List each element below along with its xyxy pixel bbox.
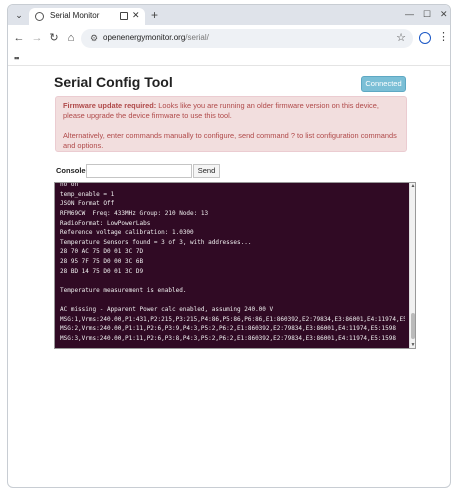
globe-icon xyxy=(35,12,44,21)
terminal-line: no on xyxy=(60,182,79,188)
tab-search-icon[interactable]: ⌄ xyxy=(13,9,25,21)
media-icon[interactable] xyxy=(120,12,128,20)
send-button[interactable]: Send xyxy=(193,164,220,178)
page-title: Serial Config Tool xyxy=(54,74,173,90)
terminal-line: 28 70 AC 75 D0 01 3C 7D xyxy=(60,248,144,256)
close-tab-icon[interactable]: ✕ xyxy=(132,10,140,21)
connected-button[interactable]: Connected xyxy=(361,76,406,92)
tab-strip: ⌄ Serial Monitor ✕ + — ☐ ✕ xyxy=(8,5,450,25)
terminal-line: Temperature Sensors found = 3 of 3, with… xyxy=(60,238,252,246)
url-host: openenergymonitor.org xyxy=(103,33,186,42)
alert-strong: Firmware update required: xyxy=(63,101,157,110)
bookmarks-bar: ▪▪ xyxy=(8,51,450,66)
terminal-line: 28 BD 14 75 D0 01 3C D9 xyxy=(60,267,144,275)
tab-title: Serial Monitor xyxy=(50,11,100,20)
terminal-line: JSON Format Off xyxy=(60,200,115,208)
firmware-alert: Firmware update required: Looks like you… xyxy=(55,96,407,152)
terminal-line: MSG:1,Vrms:240.00,P1:431,P2:215,P3:215,P… xyxy=(60,315,405,323)
apps-grid-icon[interactable]: ▪▪ xyxy=(14,53,19,63)
address-bar[interactable]: ⚙ openenergymonitor.org/serial/ ☆ xyxy=(81,29,413,48)
terminal-line: RFM69CW Freq: 433MHz Group: 210 Node: 13 xyxy=(60,209,209,217)
forward-icon[interactable]: → xyxy=(30,31,44,45)
browser-window: ⌄ Serial Monitor ✕ + — ☐ ✕ ← → ↻ ⌂ ⚙ ope… xyxy=(7,4,451,488)
url-text: openenergymonitor.org/serial/ xyxy=(103,33,209,42)
serial-output-terminal[interactable]: no on temp_enable = 1 JSON Format Off RFM69… xyxy=(54,182,416,349)
terminal-line: 28 95 7F 75 D0 00 3C 6B xyxy=(60,258,144,265)
terminal-line: MSG:3,Vrms:240.00,P1:11,P2:6,P3:8,P4:3,P… xyxy=(60,335,396,342)
terminal-line: MSG:2,Vrms:240.00,P1:11,P2:6,P3:9,P4:3,P… xyxy=(60,325,396,333)
alert-alternative: Alternatively, enter commands manually t… xyxy=(63,131,397,150)
browser-toolbar: ← → ↻ ⌂ ⚙ openenergymonitor.org/serial/ … xyxy=(8,25,450,51)
home-icon[interactable]: ⌂ xyxy=(64,31,78,45)
terminal-lines: no on temp_enable = 1 JSON Format Off RFM69… xyxy=(60,182,405,344)
terminal-line: Reference voltage calibration: 1.0300 xyxy=(60,229,194,237)
menu-icon[interactable]: ⋮ xyxy=(438,30,449,43)
page-content: Serial Config Tool Connected Firmware up… xyxy=(8,66,450,487)
tab-serial-monitor[interactable]: Serial Monitor ✕ xyxy=(29,8,145,25)
reload-icon[interactable]: ↻ xyxy=(47,31,61,45)
console-input[interactable] xyxy=(86,164,192,178)
terminal-line: RadioFormat: LowPowerLabs xyxy=(60,219,151,227)
back-icon[interactable]: ← xyxy=(12,31,26,45)
terminal-line: AC missing - Apparent Power calc enabled… xyxy=(60,306,274,314)
close-window-icon[interactable]: ✕ xyxy=(440,9,448,20)
alert-paragraph: Firmware update required: Looks like you… xyxy=(63,101,399,121)
terminal-scrollbar[interactable]: ▲ ▼ xyxy=(409,183,415,348)
console-label: Console xyxy=(56,166,86,175)
scrollbar-thumb[interactable] xyxy=(411,313,415,339)
site-info-icon[interactable]: ⚙ xyxy=(90,33,98,44)
terminal-line: temp_enable = 1 xyxy=(60,190,115,198)
scroll-up-icon[interactable]: ▲ xyxy=(410,183,415,189)
url-path: /serial/ xyxy=(185,33,209,42)
bookmark-star-icon[interactable]: ☆ xyxy=(396,31,406,44)
maximize-icon[interactable]: ☐ xyxy=(423,9,431,20)
minimize-icon[interactable]: — xyxy=(405,9,414,19)
profile-icon[interactable] xyxy=(419,32,431,44)
scroll-down-icon[interactable]: ▼ xyxy=(410,342,415,348)
new-tab-button[interactable]: + xyxy=(151,8,158,22)
terminal-line: Temperature measurement is enabled. xyxy=(60,286,187,294)
